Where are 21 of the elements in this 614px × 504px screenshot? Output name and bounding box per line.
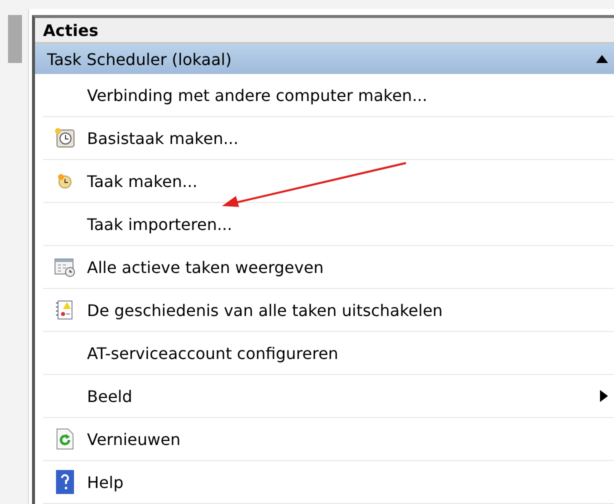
menu-item[interactable]: Basistaak maken... (43, 117, 614, 160)
menu-item[interactable]: Verbinding met andere computer maken... (43, 74, 614, 117)
menu-item[interactable]: Taak maken... (43, 160, 614, 203)
notepad-icon (55, 299, 75, 321)
menu-item[interactable]: AT-serviceaccount configureren (43, 332, 614, 375)
section-title: Task Scheduler (lokaal) (47, 50, 233, 68)
clock-icon (56, 172, 74, 190)
help-icon (56, 470, 74, 494)
calendar-icon (54, 257, 76, 277)
menu-item[interactable]: Vernieuwen (43, 418, 614, 461)
menu-item[interactable]: Alle actieve taken weergeven (43, 246, 614, 289)
menu-item[interactable]: De geschiedenis van alle taken uitschakelen (43, 289, 614, 332)
section-header[interactable]: Task Scheduler (lokaal) (35, 44, 614, 74)
menu-item[interactable]: Beeld (43, 375, 614, 418)
collapse-icon[interactable] (596, 55, 608, 63)
menu-item[interactable]: Help (43, 461, 614, 504)
refresh-icon (56, 428, 74, 450)
menu-item[interactable]: Taak importeren... (43, 203, 614, 246)
clock-icon (54, 127, 76, 149)
scrollbar-thumb[interactable] (8, 15, 22, 63)
panel-title: Acties (35, 18, 614, 44)
